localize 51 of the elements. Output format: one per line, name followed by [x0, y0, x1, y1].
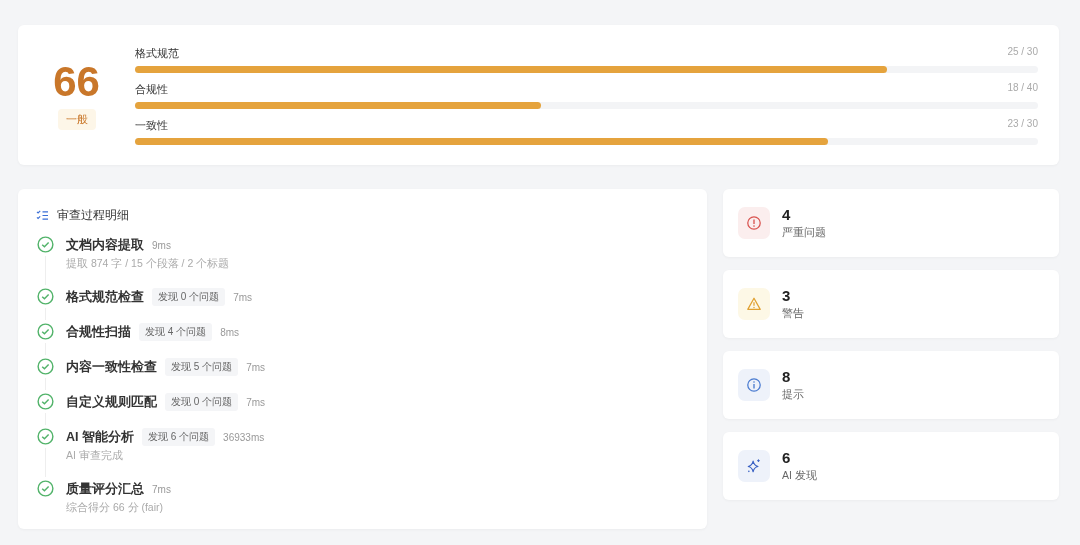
step-duration: 7ms: [246, 396, 266, 408]
dimension-label: 一致性: [135, 117, 168, 133]
step-detail: 综合得分 66 分 (fair): [66, 501, 164, 515]
checklist-icon: [36, 210, 49, 221]
issue-count: 4: [782, 206, 792, 223]
step-name: 质量评分汇总: [66, 480, 144, 498]
step-duration: 8ms: [220, 326, 240, 338]
issue-category: 提示: [782, 388, 804, 402]
issue-count-tag: 发现 5 个问题: [165, 358, 239, 376]
issue-category: 严重问题: [782, 226, 826, 240]
issue-count: 8: [782, 368, 792, 385]
issue-count: 6: [782, 449, 792, 466]
step-name: 格式规范检查: [66, 288, 144, 306]
issue-category: AI 发现: [782, 469, 817, 483]
dimension-score: 18 / 40: [1007, 81, 1038, 95]
step-name: AI 智能分析: [66, 428, 134, 446]
issue-category: 警告: [782, 307, 804, 321]
score-value: 66: [53, 60, 100, 103]
check-circle-icon: [36, 480, 54, 497]
issue-count: 3: [782, 287, 792, 304]
check-circle-icon: [36, 288, 54, 305]
issue-count-tag: 发现 0 个问题: [165, 393, 239, 411]
step-name: 自定义规则匹配: [66, 393, 157, 411]
step-duration: 36933ms: [223, 431, 265, 443]
dimension-score: 23 / 30: [1007, 117, 1038, 131]
dimension-score: 25 / 30: [1007, 45, 1038, 59]
step-detail: AI 审查完成: [66, 449, 124, 463]
issue-count-tag: 发现 6 个问题: [142, 428, 216, 446]
dimension-label: 格式规范: [135, 45, 179, 61]
step-duration: 7ms: [246, 361, 266, 373]
panel-title: 审查过程明细: [57, 207, 129, 224]
step-name: 合规性扫描: [66, 323, 131, 341]
warning-icon: [746, 296, 762, 312]
sparkle-icon: [746, 458, 762, 474]
check-circle-icon: [36, 236, 54, 253]
alert-circle-icon: [746, 215, 762, 231]
step-duration: 9ms: [152, 239, 171, 251]
step-duration: 7ms: [152, 483, 171, 495]
check-circle-icon: [36, 393, 54, 410]
step-detail: 提取 874 字 / 15 个段落 / 2 个标题: [66, 257, 230, 271]
info-icon: [746, 377, 762, 393]
step-name: 文档内容提取: [66, 236, 144, 254]
issue-count-tag: 发现 0 个问题: [152, 288, 226, 306]
step-name: 内容一致性检查: [66, 358, 157, 376]
check-circle-icon: [36, 323, 54, 340]
check-circle-icon: [36, 428, 54, 445]
check-circle-icon: [36, 358, 54, 375]
dimension-label: 合规性: [135, 81, 168, 97]
step-duration: 7ms: [233, 291, 253, 303]
issue-count-tag: 发现 4 个问题: [139, 323, 213, 341]
grade-badge: 一般: [57, 108, 96, 130]
